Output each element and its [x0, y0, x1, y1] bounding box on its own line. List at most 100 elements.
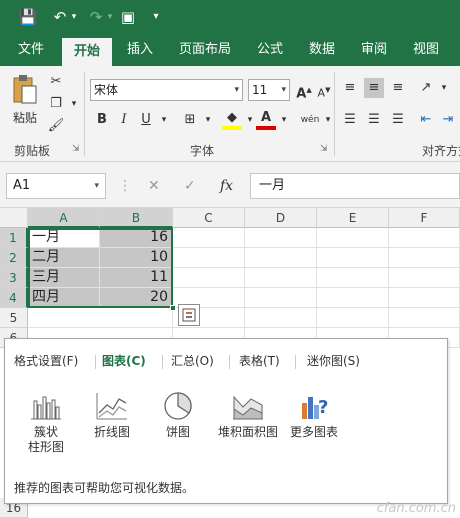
clustered-column-chart-option[interactable]: 簇状 柱形图: [15, 391, 77, 455]
font-color-dropdown-icon[interactable]: ▾: [274, 110, 294, 130]
clustered-column-chart-icon: [31, 396, 61, 420]
underline-button[interactable]: U: [136, 110, 156, 130]
empty-cells[interactable]: [317, 228, 389, 348]
row-header[interactable]: 1: [0, 228, 28, 248]
increase-font-icon[interactable]: A▲: [294, 80, 314, 101]
formula-bar: A1 ▾ ⋮ ✕ ✓ fx 一月: [0, 162, 460, 208]
empty-cells[interactable]: [389, 228, 460, 348]
name-box[interactable]: A1 ▾: [6, 173, 106, 199]
chevron-down-icon: ▾: [281, 85, 286, 95]
cell-a3[interactable]: 三月: [28, 268, 100, 288]
column-header[interactable]: A: [28, 208, 100, 228]
tab-divider: [295, 355, 296, 369]
quick-access-toolbar: 💾 ↶ ▾ ↷ ▾ ▣ ▾: [0, 0, 460, 34]
camera-icon[interactable]: ▣: [118, 7, 138, 27]
empty-cells[interactable]: [173, 228, 245, 348]
alignment-group-label: 对齐方式: [422, 144, 460, 158]
insert-function-button[interactable]: fx: [220, 173, 233, 199]
quick-analysis-panel: 格式设置(F) 图表(C) 汇总(O) 表格(T) 迷你图(S) 簇状 柱形图 …: [4, 338, 448, 504]
bold-button[interactable]: B: [92, 110, 112, 130]
font-size-value: 11: [252, 83, 268, 97]
phonetic-dropdown-icon[interactable]: ▾: [318, 110, 338, 130]
line-chart-icon: [96, 393, 127, 420]
copy-dropdown-icon[interactable]: ▾: [64, 94, 84, 114]
undo-dropdown-icon[interactable]: ▾: [64, 7, 84, 27]
cell-b2[interactable]: 10: [100, 248, 173, 268]
tab-formulas[interactable]: 公式: [248, 34, 292, 66]
tab-view[interactable]: 视图: [404, 34, 448, 66]
align-middle-icon[interactable]: ≡: [364, 78, 384, 98]
row-header[interactable]: 3: [0, 268, 28, 288]
format-painter-icon[interactable]: 🖌: [46, 116, 66, 136]
select-all-corner[interactable]: [0, 208, 28, 228]
dialog-launcher-icon[interactable]: ⇲: [72, 144, 80, 154]
paste-button[interactable]: 粘贴: [8, 74, 42, 130]
cell-b1[interactable]: 16: [100, 228, 173, 248]
row-header[interactable]: 2: [0, 248, 28, 268]
tab-home[interactable]: 开始: [62, 38, 112, 66]
fill-handle[interactable]: [170, 305, 176, 311]
more-charts-icon: ?: [302, 397, 328, 419]
qa-tab-charts[interactable]: 图表(C): [102, 351, 146, 371]
cell-a2[interactable]: 二月: [28, 248, 100, 268]
tab-review[interactable]: 审阅: [352, 34, 396, 66]
cell-a1[interactable]: 一月: [28, 228, 100, 248]
column-header[interactable]: C: [173, 208, 245, 228]
align-right-icon[interactable]: ☰: [388, 110, 408, 130]
clustered-column-chart-label: 簇状 柱形图: [27, 425, 64, 454]
qa-tab-sparklines[interactable]: 迷你图(S): [307, 351, 360, 371]
qa-tab-tables[interactable]: 表格(T): [239, 351, 280, 371]
customize-qat-icon[interactable]: ▾: [146, 7, 166, 27]
font-name-combo[interactable]: 宋体 ▾: [90, 79, 243, 101]
column-header[interactable]: E: [317, 208, 389, 228]
font-size-combo[interactable]: 11 ▾: [248, 79, 290, 101]
italic-button[interactable]: I: [114, 110, 134, 130]
tab-file[interactable]: 文件: [8, 34, 54, 66]
paste-label: 粘贴: [12, 111, 37, 125]
column-header[interactable]: F: [389, 208, 460, 228]
align-center-icon[interactable]: ☰: [364, 110, 384, 130]
dialog-launcher-icon[interactable]: ⇲: [320, 144, 328, 154]
column-header[interactable]: B: [100, 208, 173, 228]
quick-analysis-button[interactable]: [178, 304, 200, 326]
tab-data[interactable]: 数据: [300, 34, 344, 66]
borders-dropdown-icon[interactable]: ▾: [198, 110, 218, 130]
pie-chart-option[interactable]: 饼图: [147, 391, 209, 440]
svg-text:?: ?: [318, 397, 328, 418]
align-top-icon[interactable]: ≡: [340, 78, 360, 98]
tab-insert[interactable]: 插入: [118, 34, 162, 66]
increase-indent-icon[interactable]: ⇥: [438, 110, 458, 130]
row-header[interactable]: 5: [0, 308, 28, 328]
decrease-font-icon[interactable]: A▼: [314, 80, 334, 100]
font-color-icon[interactable]: A: [256, 108, 276, 130]
align-left-icon[interactable]: ☰: [340, 110, 360, 130]
redo-dropdown-icon: ▾: [107, 12, 113, 22]
more-charts-option[interactable]: ? 更多图表: [283, 391, 345, 440]
cell-b4[interactable]: 20: [100, 288, 173, 308]
clipboard-group-label: 剪贴板: [14, 144, 51, 158]
cell-a4[interactable]: 四月: [28, 288, 100, 308]
qa-tab-totals[interactable]: 汇总(O): [171, 351, 214, 371]
chevron-down-icon: ▾: [234, 85, 239, 95]
stacked-area-chart-option[interactable]: 堆积面积图: [213, 391, 283, 440]
fill-color-icon[interactable]: ◆: [222, 108, 242, 130]
borders-icon[interactable]: ⊞: [180, 110, 200, 130]
row-header[interactable]: 4: [0, 288, 28, 308]
cut-icon[interactable]: ✂: [46, 72, 66, 92]
qa-tab-formatting[interactable]: 格式设置(F): [14, 351, 78, 371]
cell-b3[interactable]: 11: [100, 268, 173, 288]
column-header[interactable]: D: [245, 208, 317, 228]
formula-input[interactable]: 一月: [250, 173, 460, 199]
orientation-dropdown-icon[interactable]: ▾: [434, 78, 454, 98]
decrease-indent-icon[interactable]: ⇤: [416, 110, 436, 130]
save-icon[interactable]: 💾: [18, 7, 38, 27]
underline-dropdown-icon[interactable]: ▾: [154, 110, 174, 130]
name-box-value: A1: [13, 178, 31, 193]
copy-icon[interactable]: ❐: [46, 94, 66, 114]
empty-cells[interactable]: [245, 228, 317, 348]
tab-page-layout[interactable]: 页面布局: [170, 34, 240, 66]
line-chart-option[interactable]: 折线图: [81, 391, 143, 440]
orientation-icon[interactable]: ↗: [416, 78, 436, 98]
chevron-down-icon: ▾: [94, 181, 99, 191]
align-bottom-icon[interactable]: ≡: [388, 78, 408, 98]
